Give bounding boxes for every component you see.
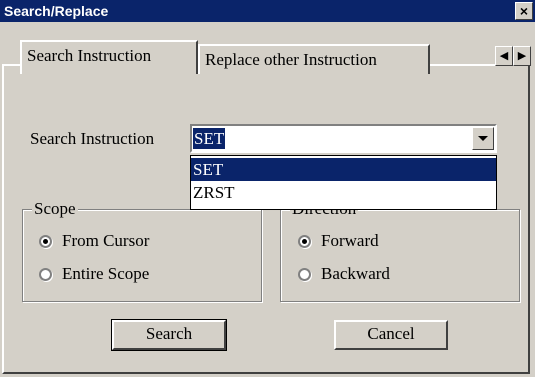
title-bar: Search/Replace × [0, 0, 535, 22]
dropdown-option-zrst[interactable]: ZRST [191, 181, 496, 204]
left-arrow-icon: ◀ [499, 49, 509, 62]
tab-scroll-right-button[interactable]: ▶ [513, 46, 531, 66]
from-cursor-label: From Cursor [62, 231, 150, 250]
tab-label: Replace other Instruction [205, 50, 377, 69]
search-instruction-dropdown: SET ZRST [190, 155, 497, 210]
search-instruction-label: Search Instruction [30, 129, 155, 148]
scope-group-label: Scope [32, 199, 78, 218]
close-button[interactable]: × [515, 2, 533, 20]
window-title: Search/Replace [4, 3, 109, 19]
search-instruction-combo[interactable]: SET [190, 124, 497, 153]
backward-radio[interactable] [298, 268, 311, 281]
close-icon: × [519, 3, 529, 19]
entire-scope-label: Entire Scope [62, 264, 150, 283]
right-arrow-icon: ▶ [517, 49, 527, 62]
chevron-down-icon[interactable] [472, 127, 494, 150]
forward-label: Forward [321, 231, 379, 250]
entire-scope-radio[interactable] [39, 268, 52, 281]
direction-group [280, 209, 520, 302]
scope-group [22, 209, 262, 302]
tab-replace-other-instruction[interactable]: Replace other Instruction [198, 44, 430, 74]
dropdown-option-set[interactable]: SET [191, 158, 496, 181]
tab-search-instruction[interactable]: Search Instruction [20, 40, 198, 74]
cancel-button-label: Cancel [367, 324, 415, 343]
backward-label: Backward [321, 264, 390, 283]
search-button[interactable]: Search [111, 319, 227, 351]
tab-scroll-left-button[interactable]: ◀ [495, 46, 513, 66]
search-button-label: Search [145, 324, 193, 343]
tab-label: Search Instruction [27, 46, 152, 65]
cancel-button[interactable]: Cancel [334, 320, 448, 350]
from-cursor-radio[interactable] [39, 235, 52, 248]
combo-value: SET [193, 128, 226, 149]
forward-radio[interactable] [298, 235, 311, 248]
